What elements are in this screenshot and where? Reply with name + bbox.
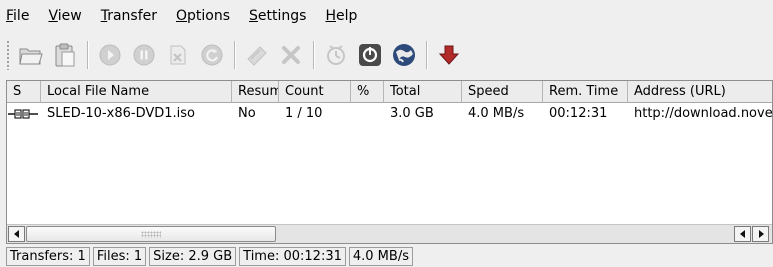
scroll-right-button[interactable]: [752, 226, 769, 242]
table-row[interactable]: SLED-10-x86-DVD1.iso No 1 / 10 3.0 GB 4.…: [7, 104, 773, 124]
column-header-address-url[interactable]: Address (URL): [628, 81, 772, 103]
download-icon: [438, 45, 460, 65]
status-bar: Transfers: 1 Files: 1 Size: 2.9 GB Time:…: [6, 247, 416, 266]
column-header-remaining-time[interactable]: Rem. Time: [543, 81, 628, 103]
status-files: Files: 1: [92, 247, 147, 266]
timer-icon: [327, 45, 345, 65]
column-header-status[interactable]: S: [7, 81, 41, 103]
resume-button[interactable]: [95, 40, 125, 70]
connection-plug-icon: [8, 109, 38, 119]
menu-transfer[interactable]: Transfer: [101, 8, 157, 24]
cancel-button[interactable]: [276, 40, 306, 70]
toolbar-separator: [313, 41, 315, 69]
status-time: Time: 00:12:31: [239, 247, 346, 266]
column-header-local-file-name[interactable]: Local File Name: [41, 81, 232, 103]
scroll-left-button-secondary[interactable]: [734, 226, 751, 242]
column-header-resume[interactable]: Resume: [232, 81, 279, 103]
url-cell: http://download.novell: [634, 106, 773, 121]
transfer-list[interactable]: S Local File Name Resume Count % Total S…: [6, 80, 773, 244]
restart-button[interactable]: [197, 40, 227, 70]
drop-target-button[interactable]: [389, 40, 419, 70]
status-cell: [7, 104, 41, 124]
toolbar: [0, 33, 773, 77]
offline-mode-button[interactable]: [355, 40, 385, 70]
remaining-time-cell: 00:12:31: [549, 106, 608, 121]
scrollbar-grip: [141, 231, 161, 238]
toolbar-separator: [234, 41, 236, 69]
status-size: Size: 2.9 GB: [149, 247, 237, 266]
paste-icon: [55, 43, 75, 67]
resume-icon: [99, 44, 121, 66]
pause-button[interactable]: [129, 40, 159, 70]
menu-settings[interactable]: Settings: [249, 8, 306, 24]
toolbar-separator: [426, 41, 428, 69]
offline-mode-icon: [359, 44, 381, 66]
arrow-left-icon: [13, 230, 19, 238]
total-cell: 3.0 GB: [390, 106, 434, 121]
arrow-right-icon: [758, 230, 764, 238]
file-name-cell: SLED-10-x86-DVD1.iso: [47, 106, 195, 121]
column-header-count[interactable]: Count: [279, 81, 351, 103]
toolbar-grip[interactable]: [6, 40, 10, 70]
restart-icon: [201, 44, 223, 66]
column-header-total[interactable]: Total: [384, 81, 462, 103]
speed-cell: 4.0 MB/s: [468, 106, 525, 121]
horizontal-scrollbar[interactable]: [7, 224, 772, 243]
scroll-left-button[interactable]: [8, 226, 25, 242]
status-speed: 4.0 MB/s: [348, 247, 413, 266]
queue-button[interactable]: [242, 40, 272, 70]
delete-button[interactable]: [163, 40, 193, 70]
queue-icon: [247, 46, 267, 66]
count-cell: 1 / 10: [285, 106, 323, 121]
pause-icon: [133, 44, 155, 66]
arrow-left-icon: [739, 230, 745, 238]
toolbar-separator: [87, 41, 89, 69]
menu-bar: File View Transfer Options Settings Help: [0, 0, 773, 32]
column-header-percent[interactable]: %: [351, 81, 384, 103]
table-header: S Local File Name Resume Count % Total S…: [7, 81, 772, 103]
drop-target-icon: [393, 44, 415, 66]
status-transfers: Transfers: 1: [6, 247, 90, 266]
menu-options[interactable]: Options: [176, 8, 230, 24]
open-button[interactable]: [16, 40, 46, 70]
delete-icon: [170, 45, 186, 65]
scrollbar-thumb[interactable]: [26, 226, 276, 242]
download-button[interactable]: [434, 40, 464, 70]
resume-cell: No: [238, 106, 256, 121]
menu-view[interactable]: View: [48, 8, 81, 24]
menu-file[interactable]: File: [6, 8, 29, 24]
cancel-icon: [282, 46, 300, 64]
paste-button[interactable]: [50, 40, 80, 70]
open-icon: [19, 48, 43, 65]
column-header-speed[interactable]: Speed: [462, 81, 543, 103]
menu-help[interactable]: Help: [325, 8, 357, 24]
timer-button[interactable]: [321, 40, 351, 70]
percent-cell: [351, 104, 384, 124]
